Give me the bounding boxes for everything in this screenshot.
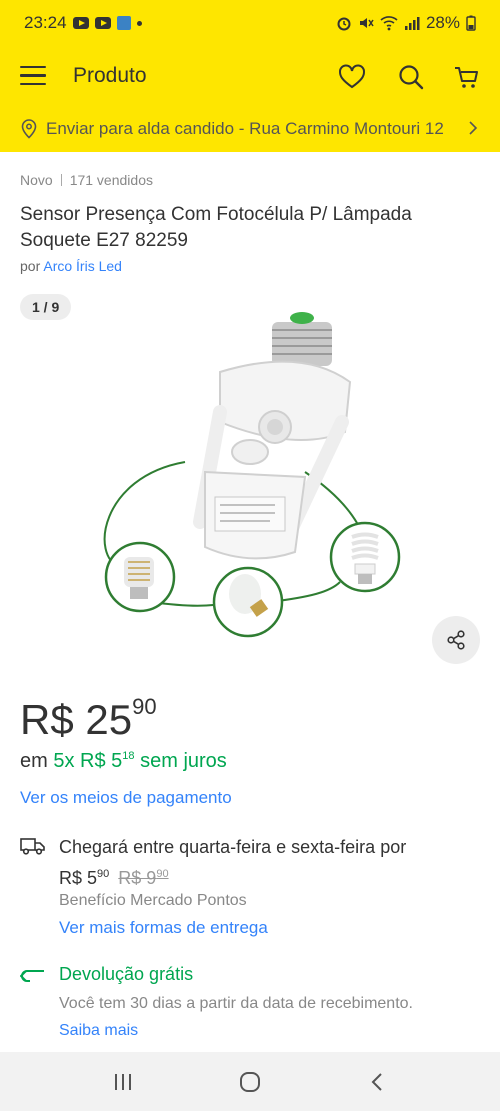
seller-link[interactable]: Arco Íris Led bbox=[43, 258, 122, 274]
wifi-icon bbox=[380, 16, 398, 31]
shipping-address-bar[interactable]: Enviar para alda candido - Rua Carmino M… bbox=[0, 106, 500, 152]
app-notification-icon bbox=[116, 16, 131, 30]
condition-label: Novo bbox=[20, 172, 53, 188]
youtube-icon bbox=[94, 17, 111, 29]
installment-prefix: em bbox=[20, 750, 48, 772]
battery-level: 28% bbox=[425, 13, 460, 32]
shipping-old-price: R$ 990 bbox=[118, 868, 169, 888]
price-cents: 90 bbox=[132, 694, 157, 719]
share-button[interactable] bbox=[432, 616, 480, 664]
learn-more-link[interactable]: Saiba mais bbox=[59, 1022, 138, 1040]
free-return-title: Devolução grátis bbox=[59, 964, 194, 984]
alarm-icon bbox=[337, 17, 351, 31]
payment-methods-link[interactable]: Ver os meios de pagamento bbox=[20, 788, 232, 808]
mute-icon bbox=[359, 18, 374, 28]
status-left: 23:24 bbox=[24, 13, 142, 33]
heart-icon[interactable] bbox=[337, 62, 367, 92]
price-integer: 25 bbox=[85, 696, 133, 743]
seller-prefix: por bbox=[20, 258, 41, 274]
home-icon bbox=[239, 1071, 260, 1092]
divider bbox=[60, 174, 62, 186]
back-icon bbox=[371, 1072, 382, 1091]
image-counter: 1 / 9 bbox=[20, 294, 72, 320]
truck-icon bbox=[20, 838, 45, 855]
chevron-right-icon bbox=[469, 121, 478, 135]
installment-amount: 5x R$ 518 sem juros bbox=[53, 750, 227, 772]
home-button[interactable] bbox=[230, 1062, 270, 1102]
location-pin-icon bbox=[21, 119, 37, 139]
app-bar: Produto bbox=[0, 46, 500, 106]
menu-icon[interactable] bbox=[20, 66, 46, 86]
product-title: Sensor Presença Com Fotocélula P/ Lâmpad… bbox=[20, 204, 412, 251]
share-icon bbox=[447, 630, 465, 650]
page-title: Produto bbox=[73, 64, 147, 87]
back-button[interactable] bbox=[357, 1062, 397, 1102]
installment-info: em 5x R$ 518 sem juros bbox=[20, 750, 227, 773]
more-notifications-icon bbox=[136, 20, 142, 26]
address-text: Enviar para alda candido - Rua Carmino M… bbox=[46, 119, 444, 138]
signal-icon bbox=[404, 17, 420, 30]
search-icon[interactable] bbox=[396, 62, 426, 92]
free-return-description: Você tem 30 dias a partir da data de rec… bbox=[59, 995, 413, 1012]
status-time: 23:24 bbox=[24, 13, 67, 32]
status-bar: 23:24 28% bbox=[0, 0, 500, 46]
more-delivery-options-link[interactable]: Ver mais formas de entrega bbox=[59, 918, 268, 938]
status-right: 28% bbox=[336, 13, 476, 33]
sold-count: 171 vendidos bbox=[69, 172, 153, 188]
recent-apps-button[interactable] bbox=[103, 1062, 143, 1102]
product-image[interactable] bbox=[80, 302, 420, 642]
system-nav-bar bbox=[0, 1052, 500, 1111]
recent-apps-icon bbox=[115, 1073, 132, 1090]
price-currency: R$ bbox=[20, 696, 74, 743]
shipping-estimate: Chegará entre quarta-feira e sexta-feira… bbox=[59, 837, 407, 888]
shipping-price: R$ 590 bbox=[59, 868, 110, 888]
product-price: R$ 2590 bbox=[20, 694, 157, 744]
shipping-benefit: Benefício Mercado Pontos bbox=[59, 892, 247, 909]
seller-line: por Arco Íris Led bbox=[20, 258, 122, 274]
return-arrow-icon bbox=[20, 970, 44, 982]
cart-icon[interactable] bbox=[452, 62, 482, 92]
product-meta: Novo 171 vendidos bbox=[20, 172, 153, 188]
battery-icon bbox=[466, 15, 476, 31]
youtube-icon bbox=[72, 17, 89, 29]
